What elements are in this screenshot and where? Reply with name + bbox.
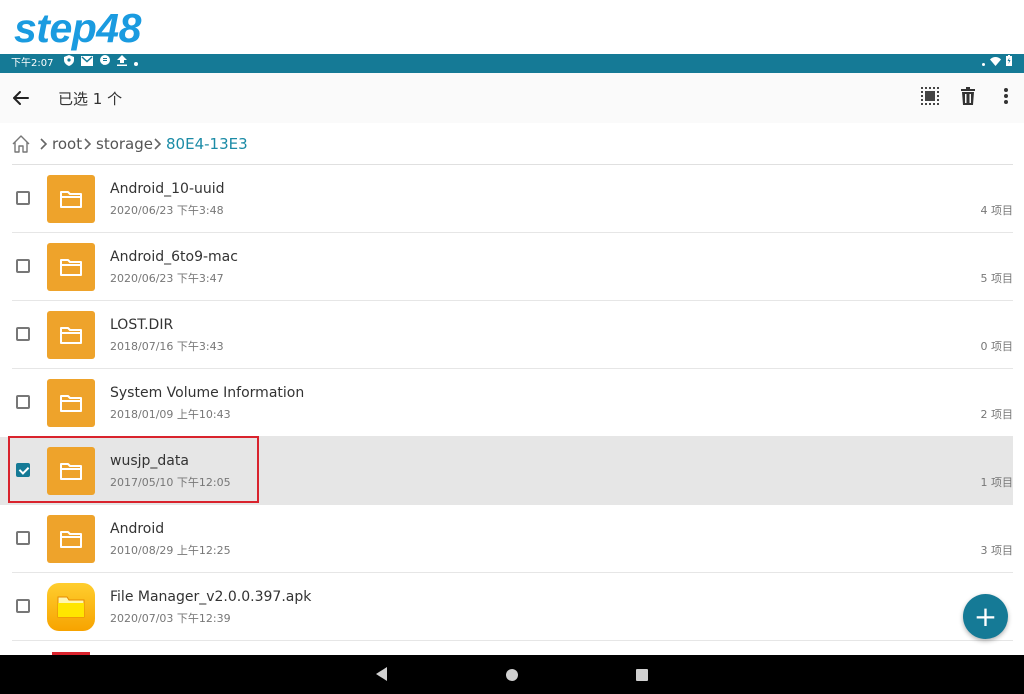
chevron-right-icon [38, 135, 48, 157]
list-item-selected[interactable]: wusjp_data 2017/05/10 下午12:05 1 项目 [0, 437, 1024, 505]
chevron-right-icon [152, 135, 162, 157]
file-name: wusjp_data [110, 453, 189, 469]
signal-dot-icon [982, 54, 985, 73]
add-fab-button[interactable]: + [963, 594, 1008, 639]
breadcrumb-current[interactable]: 80E4-13E3 [166, 135, 248, 153]
delete-icon [961, 87, 975, 109]
item-checkbox[interactable] [16, 259, 30, 273]
gmail-icon [81, 54, 93, 73]
chevron-right-icon [82, 135, 92, 157]
folder-icon [47, 447, 95, 495]
plus-icon: + [973, 600, 998, 633]
status-time: 下午2:07 [11, 58, 54, 69]
file-name: System Volume Information [110, 385, 305, 401]
breadcrumb: root storage 80E4-13E3 [0, 123, 1024, 165]
file-name: LOST.DIR [110, 317, 174, 333]
folder-icon [47, 243, 95, 291]
file-date: 2020/06/23 下午3:48 [110, 204, 224, 217]
item-count: 1 项目 [980, 476, 1014, 489]
nav-back-button[interactable] [372, 665, 392, 685]
more-options-button[interactable] [993, 85, 1019, 111]
item-checkbox-checked[interactable] [16, 463, 30, 477]
list-item[interactable]: LOST.DIR 2018/07/16 下午3:43 0 项目 [0, 301, 1024, 369]
folder-icon [47, 175, 95, 223]
circle-home-icon [506, 666, 518, 685]
list-item[interactable]: Android 2010/08/29 上午12:25 3 项目 [0, 505, 1024, 573]
breadcrumb-storage[interactable]: storage [96, 135, 153, 153]
item-checkbox[interactable] [16, 395, 30, 409]
file-date: 2020/06/23 下午3:47 [110, 272, 224, 285]
back-button[interactable] [8, 85, 34, 111]
chat-icon [100, 54, 110, 73]
nav-recents-button[interactable] [632, 665, 652, 685]
file-name: Android_6to9-mac [110, 249, 238, 265]
file-name: File Manager_v2.0.0.397.apk [110, 589, 312, 605]
select-all-icon [921, 87, 939, 109]
file-manager-app-icon [47, 583, 95, 631]
item-count: 2 项目 [980, 408, 1014, 421]
selected-row-background [0, 437, 1013, 505]
row-divider [12, 640, 1013, 641]
item-checkbox[interactable] [16, 599, 30, 613]
upload-icon [117, 54, 127, 73]
list-item[interactable]: File Manager_v2.0.0.397.apk 2020/07/03 下… [0, 573, 1024, 641]
home-icon[interactable] [12, 135, 30, 153]
delete-button[interactable] [955, 85, 981, 111]
status-system-icons [982, 54, 1012, 73]
select-all-button[interactable] [917, 85, 943, 111]
more-vert-icon [1004, 88, 1008, 108]
list-item[interactable]: Android_6to9-mac 2020/06/23 下午3:47 5 项目 [0, 233, 1024, 301]
brand-header: step48 [0, 0, 1024, 54]
item-count: 4 项目 [980, 204, 1014, 217]
file-date: 2018/07/16 下午3:43 [110, 340, 224, 353]
battery-icon [1006, 54, 1012, 73]
system-nav-bar [0, 655, 1024, 694]
back-arrow-icon [12, 86, 29, 110]
file-list: Android_10-uuid 2020/06/23 下午3:48 4 项目 A… [0, 165, 1024, 655]
triangle-back-icon [376, 666, 388, 685]
square-recents-icon [636, 666, 648, 685]
dot-icon [134, 54, 138, 73]
item-count: 5 项目 [980, 272, 1014, 285]
file-date: 2010/08/29 上午12:25 [110, 544, 231, 557]
file-date: 2017/05/10 下午12:05 [110, 476, 231, 489]
item-checkbox[interactable] [16, 191, 30, 205]
nav-home-button[interactable] [502, 665, 522, 685]
file-name: Android_10-uuid [110, 181, 225, 197]
item-checkbox[interactable] [16, 531, 30, 545]
shield-icon [64, 54, 74, 73]
breadcrumb-root[interactable]: root [52, 135, 82, 153]
file-date: 2020/07/03 下午12:39 [110, 612, 231, 625]
file-date: 2018/01/09 上午10:43 [110, 408, 231, 421]
list-item[interactable]: Android_10-uuid 2020/06/23 下午3:48 4 项目 [0, 165, 1024, 233]
file-name: Android [110, 521, 165, 537]
selection-toolbar: 已选 1 个 [0, 73, 1024, 123]
wifi-icon [990, 54, 1001, 73]
folder-icon [47, 515, 95, 563]
item-checkbox[interactable] [16, 327, 30, 341]
selection-count-title: 已选 1 个 [58, 90, 123, 108]
item-count: 0 项目 [980, 340, 1014, 353]
status-bar: 下午2:07 [0, 54, 1024, 73]
list-item[interactable]: System Volume Information 2018/01/09 上午1… [0, 369, 1024, 437]
item-count: 3 项目 [980, 544, 1014, 557]
status-notification-icons [64, 54, 138, 73]
folder-icon [47, 379, 95, 427]
folder-icon [47, 311, 95, 359]
brand-logo: step48 [14, 5, 141, 51]
